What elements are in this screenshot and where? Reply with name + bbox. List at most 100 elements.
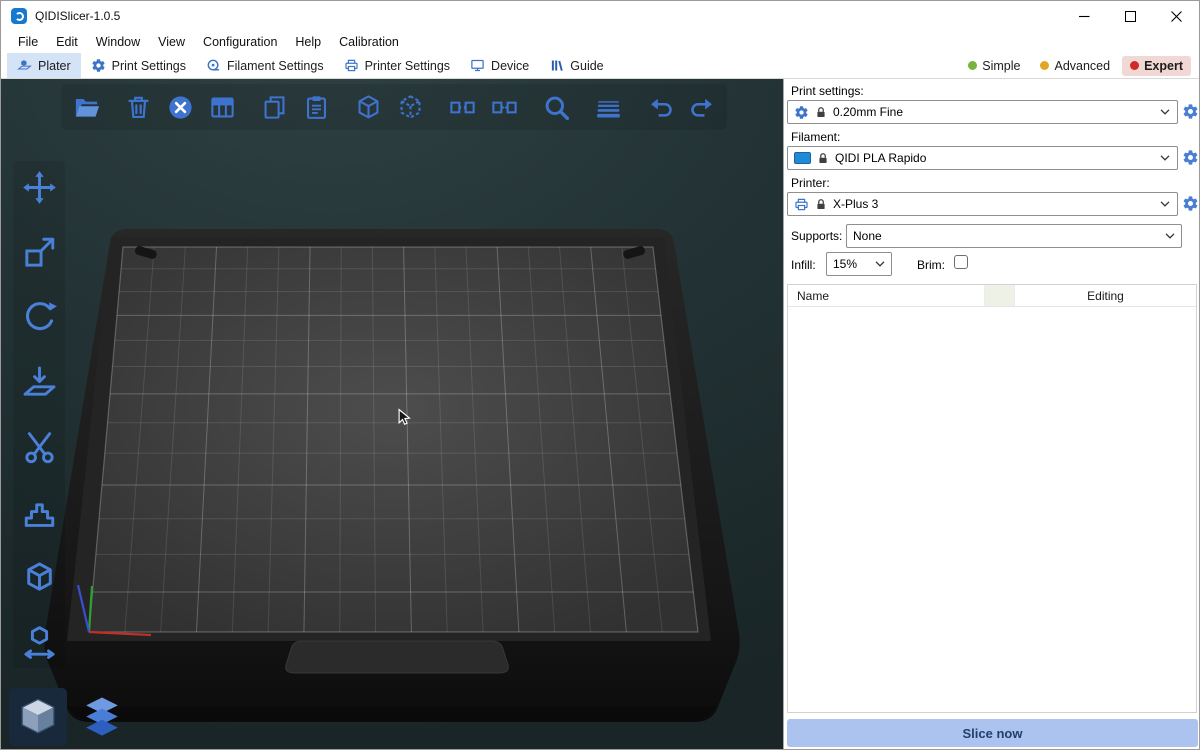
split-objects-icon [448,93,477,122]
viewport-toolbar [61,84,727,130]
menu-configuration[interactable]: Configuration [194,35,286,49]
filament-combo[interactable]: QIDI PLA Rapido [787,146,1178,170]
undo-icon [646,93,675,122]
tab-label: Printer Settings [365,59,450,73]
tab-print-settings[interactable]: Print Settings [81,53,196,78]
tab-filament-settings[interactable]: Filament Settings [196,53,334,78]
menu-view[interactable]: View [149,35,194,49]
filament-label: Filament: [791,130,840,144]
gear-icon [794,105,809,120]
search-icon [542,93,571,122]
expert-mode-dot-icon [1130,61,1139,70]
folder-open-icon [72,93,101,122]
arrange-button[interactable] [201,86,243,128]
menu-file[interactable]: File [9,35,47,49]
place-on-face-button[interactable] [15,360,63,404]
tab-printer-settings[interactable]: Printer Settings [334,53,460,78]
filament-gear-button[interactable] [1182,149,1199,166]
view-switcher [9,688,131,746]
menu-help[interactable]: Help [286,35,330,49]
split-to-objects-button[interactable] [441,86,483,128]
delete-all-button[interactable] [159,86,201,128]
spacing-button[interactable] [15,620,63,664]
redo-button[interactable] [681,86,723,128]
tab-guide[interactable]: Guide [539,53,613,78]
add-instance-button[interactable] [347,86,389,128]
copy-button[interactable] [253,86,295,128]
printer-combo[interactable]: X-Plus 3 [787,192,1178,216]
column-header-name: Name [788,285,985,306]
filament-value: QIDI PLA Rapido [835,151,926,165]
measure-button[interactable] [15,555,63,599]
viewport-3d[interactable] [1,79,784,750]
supports-combo[interactable]: None [846,224,1182,248]
mode-expert[interactable]: Expert [1122,56,1191,76]
side-panel: Print settings: 0.20mm Fine Filament: QI… [784,79,1200,750]
search-button[interactable] [535,86,577,128]
gear-icon [1182,149,1199,166]
trash-icon [124,93,153,122]
rotate-button[interactable] [15,295,63,339]
advanced-mode-dot-icon [1040,61,1049,70]
printer-settings-icon [344,58,359,73]
minimize-button[interactable] [1061,1,1107,31]
mode-label: Simple [982,59,1020,73]
arrange-icon [208,93,237,122]
cube-dashed-icon [396,93,425,122]
paste-button[interactable] [295,86,337,128]
close-button[interactable] [1153,1,1199,31]
editor-cube-icon [12,691,64,743]
copy-icon [260,93,289,122]
print-settings-value: 0.20mm Fine [833,105,903,119]
maximize-button[interactable] [1107,1,1153,31]
gear-icon [1182,103,1199,120]
variable-layer-height-button[interactable] [587,86,629,128]
mode-advanced[interactable]: Advanced [1032,56,1118,76]
window-title: QIDISlicer-1.0.5 [35,9,120,23]
print-settings-gear-button[interactable] [1182,103,1199,120]
move-button[interactable] [15,165,63,209]
plater-icon [17,58,32,73]
support-painting-button[interactable] [15,490,63,534]
cube-icon [354,93,383,122]
menu-edit[interactable]: Edit [47,35,87,49]
lock-icon [815,198,827,211]
infill-combo[interactable]: 15% [826,252,892,276]
print-settings-combo[interactable]: 0.20mm Fine [787,100,1178,124]
preview-view-button[interactable] [73,688,131,746]
simple-mode-dot-icon [968,61,977,70]
infill-label: Infill: [791,258,816,272]
tab-bar: Plater Print Settings Filament Settings … [1,53,1199,79]
scale-icon [21,234,58,271]
device-icon [470,58,485,73]
brim-checkbox[interactable] [954,255,968,269]
object-list[interactable]: Name Editing [787,284,1197,713]
gizmo-toolbar [13,161,65,668]
move-icon [21,169,58,206]
title-bar: QIDISlicer-1.0.5 [1,1,1199,31]
split-to-parts-button[interactable] [483,86,525,128]
printer-gear-button[interactable] [1182,195,1199,212]
mode-simple[interactable]: Simple [960,56,1028,76]
brim-label: Brim: [917,258,945,272]
tab-device[interactable]: Device [460,53,539,78]
slice-now-button[interactable]: Slice now [787,719,1198,747]
close-icon [1171,11,1182,22]
remove-instance-button[interactable] [389,86,431,128]
menu-calibration[interactable]: Calibration [330,35,408,49]
delete-button[interactable] [117,86,159,128]
editor-view-button[interactable] [9,688,67,746]
column-header-extruder [985,285,1015,306]
scale-button[interactable] [15,230,63,274]
menu-window[interactable]: Window [87,35,149,49]
tab-label: Print Settings [112,59,186,73]
open-button[interactable] [65,86,107,128]
chevron-down-icon [1160,201,1170,207]
undo-button[interactable] [639,86,681,128]
paste-icon [302,93,331,122]
cut-button[interactable] [15,425,63,469]
gear-icon [1182,195,1199,212]
redo-icon [688,93,717,122]
tab-plater[interactable]: Plater [7,53,81,78]
support-icon [21,494,58,531]
